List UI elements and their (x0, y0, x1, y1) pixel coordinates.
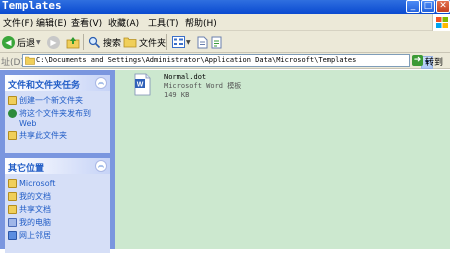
task-publish-web[interactable]: 将这个文件夹发布到 (8, 109, 91, 118)
back-dropdown[interactable]: ▼ (36, 34, 41, 50)
share-folder-icon (8, 131, 17, 140)
window-controls: _ □ ✕ (405, 0, 450, 14)
place-my-computer[interactable]: 我的电脑 (8, 218, 51, 227)
globe-icon (8, 109, 17, 118)
place-microsoft[interactable]: Microsoft (8, 179, 55, 188)
address-bar: 址(D) C:\Documents and Settings\Administr… (0, 53, 450, 69)
properties-button[interactable] (197, 34, 208, 50)
views-button[interactable]: ▼ (172, 34, 191, 50)
folder-icon (8, 179, 17, 188)
document-icon (197, 36, 208, 48)
other-places-header[interactable]: 其它位置 ︽ (5, 158, 110, 174)
computer-icon (8, 218, 17, 227)
up-button[interactable] (66, 34, 80, 50)
task-pane: 文件和文件夹任务 ︽ 创建一个新文件夹 将这个文件夹发布到 Web 共享此文件夹… (0, 70, 115, 253)
search-icon (88, 36, 101, 48)
folder-icon (25, 56, 35, 65)
toolbar-separator (83, 34, 84, 50)
title-bar[interactable]: Templates _ □ ✕ (0, 0, 450, 14)
shared-documents-icon (8, 205, 17, 214)
collapse-chevron-icon[interactable]: ︽ (95, 77, 107, 89)
menu-tools[interactable]: 工具(T) (148, 16, 179, 29)
place-network[interactable]: 网上邻居 (8, 231, 51, 240)
place-shared-documents[interactable]: 共享文档 (8, 205, 51, 214)
menu-edit[interactable]: 编辑(E) (36, 16, 67, 29)
search-button[interactable]: 搜索 (88, 34, 121, 50)
new-folder-icon (8, 96, 17, 105)
address-label: 址(D) (1, 58, 24, 68)
views-dropdown-icon: ▼ (186, 38, 191, 46)
back-label: 后退 (17, 38, 36, 49)
network-icon (8, 231, 17, 240)
task-new-folder[interactable]: 创建一个新文件夹 (8, 96, 83, 105)
close-button[interactable]: ✕ (436, 0, 450, 13)
windows-logo (432, 14, 450, 31)
page-tool-button[interactable] (211, 34, 223, 50)
address-input[interactable]: C:\Documents and Settings\Administrator\… (22, 54, 433, 69)
other-places-title: 其它位置 (8, 164, 45, 174)
forward-arrow-icon: ▶ (47, 35, 60, 49)
task-share-folder[interactable]: 共享此文件夹 (8, 131, 67, 140)
maximize-button[interactable]: □ (421, 0, 435, 13)
file-type: Microsoft Word 模板 (164, 82, 242, 90)
windows-flag-icon (436, 17, 448, 28)
file-tasks-panel: 文件和文件夹任务 ︽ 创建一个新文件夹 将这个文件夹发布到 Web 共享此文件夹 (5, 75, 110, 153)
toolbar-separator (166, 34, 167, 50)
address-path: C:\Documents and Settings\Administrator\… (36, 56, 357, 64)
folder-icon (123, 37, 137, 48)
back-arrow-icon: ◀ (2, 35, 15, 49)
search-label: 搜索 (103, 38, 122, 49)
file-tasks-header[interactable]: 文件和文件夹任务 ︽ (5, 75, 110, 91)
menu-view[interactable]: 查看(V) (71, 16, 102, 29)
page-icon (211, 36, 222, 48)
collapse-chevron-icon[interactable]: ︽ (95, 160, 107, 172)
file-tasks-title: 文件和文件夹任务 (8, 81, 81, 91)
minimize-button[interactable]: _ (406, 0, 420, 13)
svg-text:W: W (137, 82, 144, 89)
go-arrow-icon[interactable]: ➜ (412, 55, 423, 66)
folders-button[interactable]: 文件夹 (123, 34, 166, 50)
other-places-panel: 其它位置 ︽ Microsoft 我的文档 共享文档 我的电脑 网上邻居 (5, 158, 110, 253)
window-title: Templates (2, 0, 62, 12)
word-document-icon[interactable]: W (134, 73, 151, 96)
menu-file[interactable]: 文件(F) (3, 16, 33, 29)
menu-favorites[interactable]: 收藏(A) (108, 16, 139, 29)
folder-up-icon (66, 36, 80, 48)
back-button[interactable]: ◀ 后退 (2, 34, 35, 50)
view-grid-icon (172, 36, 185, 48)
menu-bar: 文件(F) 编辑(E) 查看(V) 收藏(A) 工具(T) 帮助(H) (0, 14, 450, 31)
my-documents-icon (8, 192, 17, 201)
folders-label: 文件夹 (139, 38, 167, 49)
task-publish-web-line2[interactable]: Web (19, 119, 36, 128)
toolbar: ◀ 后退 ▼ ▶ 搜索 文件夹 ▼ (0, 31, 450, 53)
file-size: 149 KB (164, 91, 190, 99)
file-name[interactable]: Normal.dot (164, 73, 206, 82)
forward-button[interactable]: ▶ (47, 34, 62, 50)
menu-help[interactable]: 帮助(H) (185, 16, 217, 29)
place-my-documents[interactable]: 我的文档 (8, 192, 51, 201)
go-button[interactable]: 转到 (425, 55, 443, 68)
